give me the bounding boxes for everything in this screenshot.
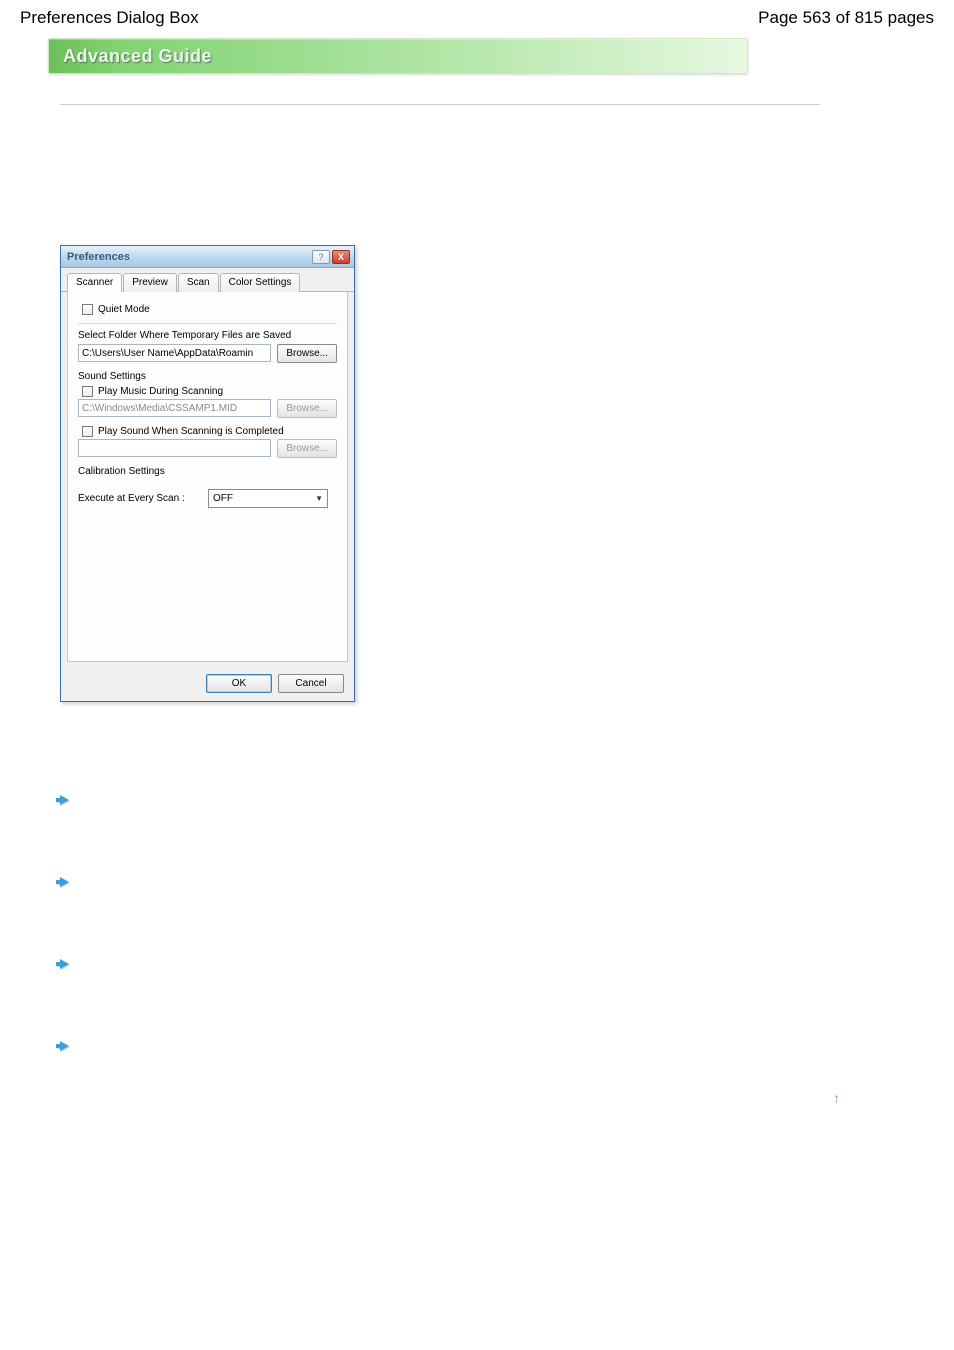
browse-button-temp[interactable]: Browse... — [277, 344, 337, 363]
arrow-right-icon — [60, 795, 69, 805]
play-during-row: Play Music During Scanning — [82, 386, 337, 397]
play-complete-checkbox[interactable] — [82, 426, 93, 437]
chevron-down-icon: ▼ — [315, 494, 323, 503]
play-complete-row: Play Sound When Scanning is Completed — [82, 426, 337, 437]
cancel-button[interactable]: Cancel — [278, 674, 344, 693]
sound-settings-label: Sound Settings — [78, 371, 337, 382]
ok-button[interactable]: OK — [206, 674, 272, 693]
play-during-path-row: Browse... — [78, 399, 337, 418]
link-row-2[interactable] — [60, 874, 954, 890]
divider-line — [78, 323, 337, 324]
execute-every-scan-label: Execute at Every Scan : — [78, 493, 185, 504]
dialog-footer: OK Cancel — [61, 668, 354, 701]
arrow-right-icon — [60, 1041, 69, 1051]
play-during-path-field — [78, 399, 271, 417]
page-number: Page 563 of 815 pages — [758, 8, 934, 28]
play-complete-label: Play Sound When Scanning is Completed — [98, 426, 284, 437]
dialog-title: Preferences — [67, 251, 130, 263]
page-title: Preferences Dialog Box — [20, 8, 199, 28]
window-buttons: ? X — [312, 250, 350, 264]
arrow-right-icon — [60, 877, 69, 887]
tab-preview[interactable]: Preview — [123, 273, 177, 292]
quiet-mode-label: Quiet Mode — [98, 304, 150, 315]
calibration-settings-label: Calibration Settings — [78, 466, 337, 477]
quiet-mode-checkbox[interactable] — [82, 304, 93, 315]
titlebar[interactable]: Preferences ? X — [61, 246, 354, 268]
link-row-3[interactable] — [60, 956, 954, 972]
divider — [60, 104, 820, 105]
tab-content-scanner: Quiet Mode Select Folder Where Temporary… — [67, 292, 348, 662]
tab-scanner[interactable]: Scanner — [67, 273, 122, 292]
preferences-dialog: Preferences ? X Scanner Preview Scan Col… — [60, 245, 355, 702]
browse-button-complete: Browse... — [277, 439, 337, 458]
play-during-label: Play Music During Scanning — [98, 386, 223, 397]
help-icon[interactable]: ? — [312, 250, 330, 264]
temp-folder-row: Browse... — [78, 344, 337, 363]
play-complete-path-field — [78, 439, 271, 457]
tabs: Scanner Preview Scan Color Settings — [61, 268, 354, 292]
play-complete-path-row: Browse... — [78, 439, 337, 458]
page-header: Preferences Dialog Box Page 563 of 815 p… — [0, 0, 954, 32]
temp-folder-field[interactable] — [78, 344, 271, 362]
browse-button-during: Browse... — [277, 399, 337, 418]
tab-scan[interactable]: Scan — [178, 273, 219, 292]
links-area — [60, 792, 954, 1054]
tab-color-settings[interactable]: Color Settings — [220, 273, 301, 292]
banner-title: Advanced Guide — [63, 46, 212, 67]
close-icon[interactable]: X — [332, 250, 350, 264]
link-row-1[interactable] — [60, 792, 954, 808]
page-top-link[interactable]: ↑ — [60, 1090, 840, 1106]
banner-advanced-guide: Advanced Guide — [48, 38, 748, 74]
execute-every-scan-value: OFF — [213, 493, 233, 504]
link-row-4[interactable] — [60, 1038, 954, 1054]
arrow-up-icon: ↑ — [833, 1090, 840, 1106]
quiet-mode-row: Quiet Mode — [82, 304, 337, 315]
temp-folder-label: Select Folder Where Temporary Files are … — [78, 330, 337, 341]
arrow-right-icon — [60, 959, 69, 969]
execute-every-scan-dropdown[interactable]: OFF ▼ — [208, 489, 328, 508]
play-during-checkbox[interactable] — [82, 386, 93, 397]
